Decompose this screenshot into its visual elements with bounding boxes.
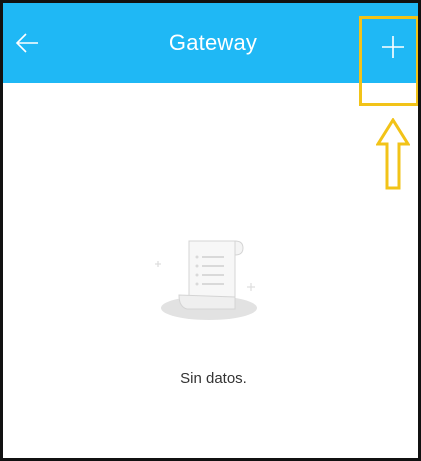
- arrow-up-outline-icon: [376, 118, 410, 190]
- app-screen: Gateway Sin datos.: [0, 0, 421, 461]
- document-scroll-icon: [155, 240, 257, 320]
- app-bar: Gateway: [3, 3, 418, 83]
- page-title: Gateway: [168, 30, 258, 55]
- arrow-left-icon: [15, 33, 38, 53]
- plus-icon: [382, 36, 404, 58]
- back-button[interactable]: [9, 25, 45, 61]
- add-gateway-button[interactable]: [371, 25, 415, 69]
- empty-state-message: Sin datos.: [180, 370, 247, 387]
